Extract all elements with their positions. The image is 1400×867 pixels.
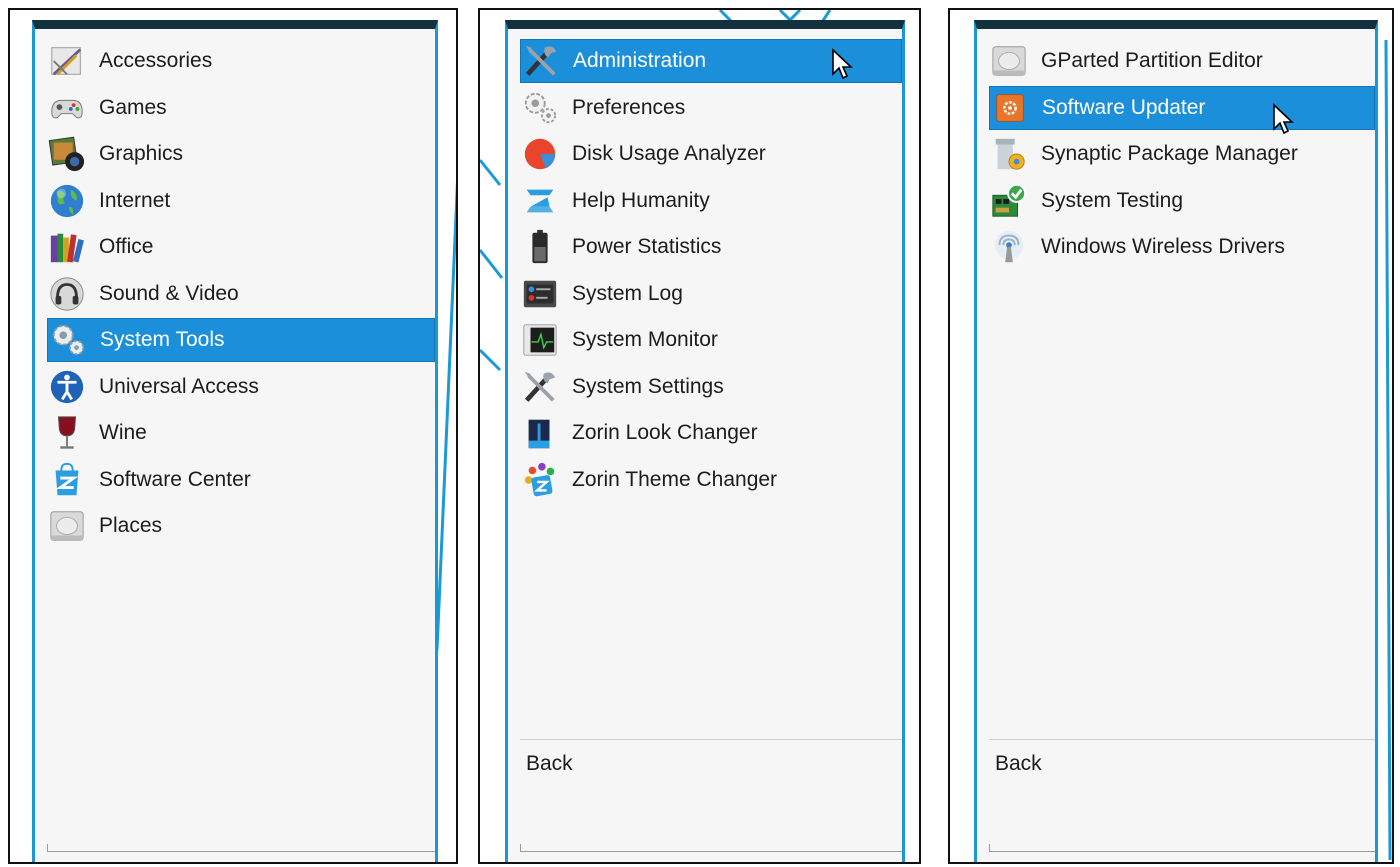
menu-item-zorin-theme-changer[interactable]: Zorin Theme Changer xyxy=(520,458,902,502)
pie-chart-icon xyxy=(520,134,560,174)
menu-window: Administration Preferences Disk Usage An… xyxy=(505,20,905,862)
drive-icon xyxy=(47,506,87,546)
menu-item-label: Sound & Video xyxy=(99,281,239,305)
menu-item-gparted[interactable]: GParted Partition Editor xyxy=(989,39,1375,83)
menu-item-system-testing[interactable]: System Testing xyxy=(989,179,1375,223)
menu-item-label: GParted Partition Editor xyxy=(1041,49,1263,72)
resize-grip xyxy=(520,844,902,852)
menu-item-label: Software Updater xyxy=(1042,95,1206,119)
globe-icon xyxy=(47,181,87,221)
menu-item-label: Windows Wireless Drivers xyxy=(1041,235,1285,258)
gears-icon xyxy=(520,88,560,128)
menu-item-label: System Tools xyxy=(100,328,225,351)
system-log-icon xyxy=(520,274,560,314)
panel-administration: GParted Partition Editor Software Update… xyxy=(948,8,1394,864)
menu-item-places[interactable]: Places xyxy=(47,504,435,548)
theme-changer-icon xyxy=(520,460,560,500)
mouse-cursor-icon xyxy=(832,48,854,80)
wallpaper-glint xyxy=(130,20,200,29)
menu-item-universal-access[interactable]: Universal Access xyxy=(47,365,435,409)
books-icon xyxy=(47,227,87,267)
resize-grip xyxy=(47,844,435,852)
menu-item-zorin-look-changer[interactable]: Zorin Look Changer xyxy=(520,411,902,455)
menu-item-graphics[interactable]: Graphics xyxy=(47,132,435,176)
menu-item-help-humanity[interactable]: Help Humanity xyxy=(520,179,902,223)
system-monitor-icon xyxy=(520,320,560,360)
wireless-icon xyxy=(989,227,1029,267)
panel-main-categories: Accessories Games Graphics Internet Offi… xyxy=(8,8,458,864)
software-updater-icon xyxy=(990,88,1030,128)
menu-window: Accessories Games Graphics Internet Offi… xyxy=(32,20,438,862)
menu-item-system-tools[interactable]: System Tools xyxy=(47,318,435,362)
zorin-logo-icon xyxy=(520,181,560,221)
wallpaper-glint xyxy=(1072,20,1142,29)
system-testing-icon xyxy=(989,181,1029,221)
menu-item-label: Universal Access xyxy=(99,374,259,398)
battery-icon xyxy=(520,227,560,267)
back-button[interactable]: Back xyxy=(989,739,1375,787)
menu-item-power-statistics[interactable]: Power Statistics xyxy=(520,225,902,269)
menu-item-label: Games xyxy=(99,95,167,119)
drive-icon xyxy=(989,41,1029,81)
menu-item-label: Internet xyxy=(99,188,171,212)
menu-item-label: Zorin Look Changer xyxy=(572,421,758,444)
menu-item-administration[interactable]: Administration xyxy=(520,39,902,83)
resize-grip xyxy=(989,844,1375,852)
menu-item-software-updater[interactable]: Software Updater xyxy=(989,85,1375,134)
wine-glass-icon xyxy=(47,413,87,453)
menu-window: GParted Partition Editor Software Update… xyxy=(974,20,1378,862)
menu-item-system-monitor[interactable]: System Monitor xyxy=(520,318,902,362)
panel-system-tools: Administration Preferences Disk Usage An… xyxy=(478,8,921,864)
menu-item-label: Accessories xyxy=(99,49,213,72)
menu-item-label: Zorin Theme Changer xyxy=(572,467,778,491)
gears-icon xyxy=(48,320,88,360)
menu-item-disk-usage-analyzer[interactable]: Disk Usage Analyzer xyxy=(520,132,902,176)
background-decoration xyxy=(435,181,456,651)
menu-item-label: Preferences xyxy=(572,95,686,119)
category-menu: Accessories Games Graphics Internet Offi… xyxy=(47,39,435,551)
menu-item-label: System Settings xyxy=(572,374,724,398)
menu-item-label: Power Statistics xyxy=(572,235,722,258)
menu-item-office[interactable]: Office xyxy=(47,225,435,269)
look-changer-icon xyxy=(520,413,560,453)
menu-item-label: Administration xyxy=(573,49,707,72)
headphones-icon xyxy=(47,274,87,314)
menu-item-label: Disk Usage Analyzer xyxy=(572,142,766,165)
system-tools-menu: Administration Preferences Disk Usage An… xyxy=(520,39,902,504)
menu-item-preferences[interactable]: Preferences xyxy=(520,86,902,130)
back-button-label: Back xyxy=(995,751,1042,775)
back-button[interactable]: Back xyxy=(520,739,902,787)
menu-item-label: Software Center xyxy=(99,467,251,491)
menu-item-label: Synaptic Package Manager xyxy=(1041,142,1298,165)
menu-item-label: Graphics xyxy=(99,142,184,165)
menu-item-internet[interactable]: Internet xyxy=(47,179,435,223)
menu-item-wine[interactable]: Wine xyxy=(47,411,435,455)
menu-item-system-log[interactable]: System Log xyxy=(520,272,902,316)
menu-item-label: System Testing xyxy=(1041,188,1184,212)
back-button-label: Back xyxy=(526,751,573,775)
menu-item-synaptic[interactable]: Synaptic Package Manager xyxy=(989,132,1375,176)
menu-item-label: Wine xyxy=(99,421,147,444)
menu-item-label: System Monitor xyxy=(572,328,718,351)
menu-item-accessories[interactable]: Accessories xyxy=(47,39,435,83)
package-icon xyxy=(989,134,1029,174)
menu-item-system-settings[interactable]: System Settings xyxy=(520,365,902,409)
administration-menu: GParted Partition Editor Software Update… xyxy=(989,39,1375,272)
menu-item-software-center[interactable]: Software Center xyxy=(47,458,435,502)
tools-icon xyxy=(520,367,560,407)
gamepad-icon xyxy=(47,88,87,128)
accessories-icon xyxy=(47,41,87,81)
software-center-icon xyxy=(47,460,87,500)
accessibility-icon xyxy=(47,367,87,407)
menu-item-label: Places xyxy=(99,514,163,537)
menu-item-label: System Log xyxy=(572,281,683,305)
graphics-icon xyxy=(47,134,87,174)
menu-item-label: Help Humanity xyxy=(572,188,710,212)
tools-icon xyxy=(521,41,561,81)
menu-item-games[interactable]: Games xyxy=(47,86,435,130)
menu-item-label: Office xyxy=(99,235,154,258)
menu-item-windows-wireless-drivers[interactable]: Windows Wireless Drivers xyxy=(989,225,1375,269)
menu-item-sound-video[interactable]: Sound & Video xyxy=(47,272,435,316)
